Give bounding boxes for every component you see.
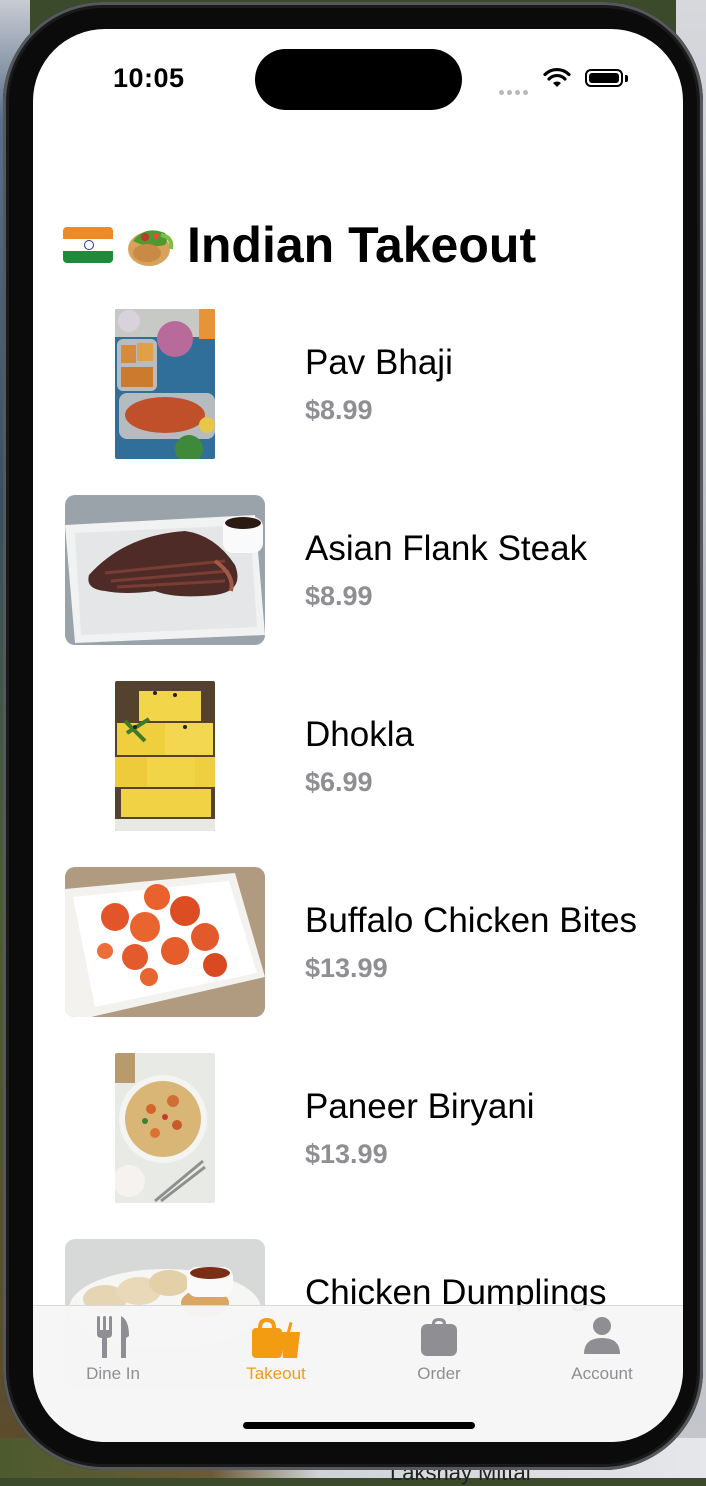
menu-item-name: Pav Bhaji <box>305 343 453 382</box>
tab-order[interactable]: Order <box>379 1314 499 1394</box>
menu-item-pav-bhaji[interactable]: Pav Bhaji $8.99 <box>33 309 683 459</box>
menu-item-name: Paneer Biryani <box>305 1087 535 1126</box>
tab-label: Account <box>571 1364 633 1383</box>
menu-item-price: $8.99 <box>305 581 373 611</box>
cellular-icon <box>499 82 531 100</box>
menu-item-dhokla[interactable]: Dhokla $6.99 <box>33 681 683 831</box>
page-title-row: Indian Takeout <box>63 215 536 275</box>
pav-bhaji-photo <box>115 309 215 459</box>
stuffed-flatbread-icon <box>125 223 177 267</box>
menu-item-paneer-biryani[interactable]: Paneer Biryani $13.99 <box>33 1053 683 1203</box>
dhokla-photo <box>115 681 215 831</box>
menu-item-price: $8.99 <box>305 395 373 425</box>
menu-item-price: $13.99 <box>305 953 388 983</box>
menu-item-name: Asian Flank Steak <box>305 529 588 568</box>
status-time: 10:05 <box>113 63 185 93</box>
menu-item-asian-flank-steak[interactable]: Asian Flank Steak $8.99 <box>33 495 683 645</box>
tab-dine-in[interactable]: Dine In <box>53 1314 173 1394</box>
person-icon <box>584 1317 620 1354</box>
menu-item-price: $6.99 <box>305 767 373 797</box>
flank-steak-photo <box>65 495 265 645</box>
paneer-biryani-photo <box>115 1053 215 1203</box>
fork-knife-icon <box>97 1316 129 1358</box>
tab-label: Dine In <box>86 1364 140 1383</box>
phone-screen: 10:05 Indian Takeout Pav Bhaji $8.99 Asi… <box>33 29 683 1442</box>
battery-cap <box>625 75 628 82</box>
menu-item-name: Buffalo Chicken Bites <box>305 901 638 940</box>
tab-takeout[interactable]: Takeout <box>216 1314 336 1394</box>
phone-frame: 10:05 Indian Takeout Pav Bhaji $8.99 Asi… <box>3 2 703 1470</box>
wifi-icon <box>543 67 571 87</box>
status-icons <box>499 67 629 95</box>
india-flag-icon <box>63 223 115 267</box>
tab-bar: Dine In Takeout Order Account <box>33 1305 683 1442</box>
menu-item-name: Dhokla <box>305 715 414 754</box>
menu-item-buffalo-chicken-bites[interactable]: Buffalo Chicken Bites $13.99 <box>33 867 683 1017</box>
takeout-bag-icon <box>252 1318 300 1358</box>
dynamic-island <box>255 49 462 110</box>
tab-label: Takeout <box>246 1364 306 1383</box>
briefcase-icon <box>421 1318 457 1356</box>
tab-account[interactable]: Account <box>542 1314 662 1394</box>
menu-item-price: $13.99 <box>305 1139 388 1169</box>
home-indicator[interactable] <box>243 1422 475 1429</box>
battery-icon <box>585 69 623 87</box>
chicken-bites-photo <box>65 867 265 1017</box>
tab-label: Order <box>417 1364 461 1383</box>
page-title: Indian Takeout <box>187 217 537 273</box>
